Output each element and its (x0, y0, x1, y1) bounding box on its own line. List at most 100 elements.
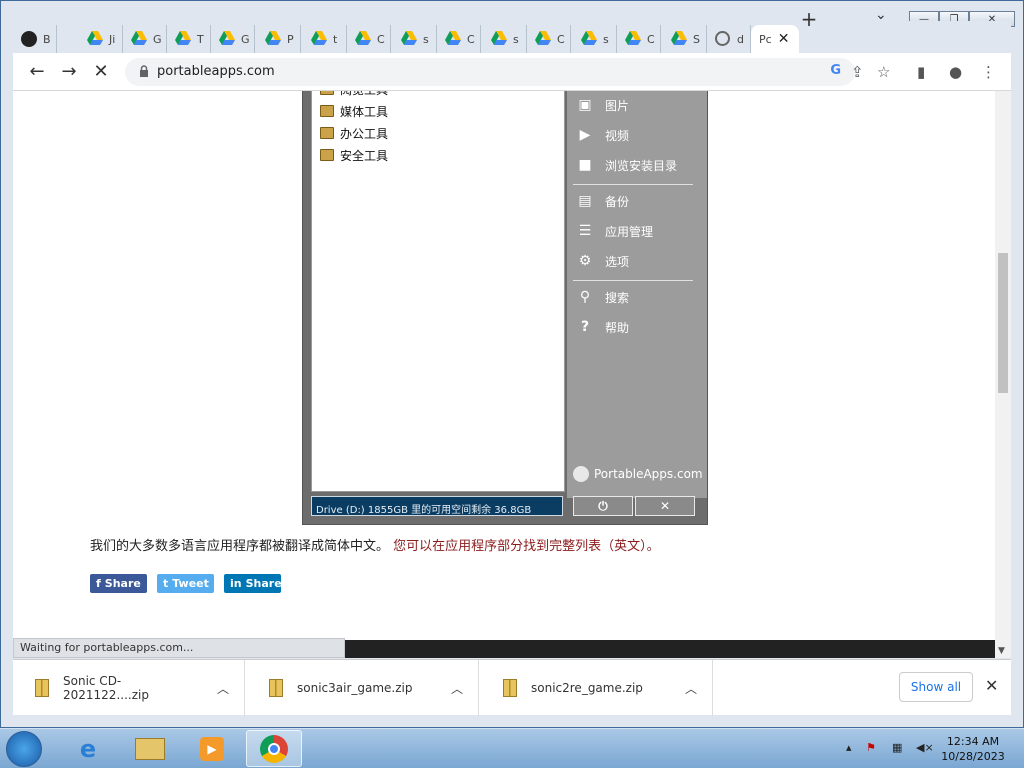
download-item[interactable]: sonic2re_game.zip ︿ (481, 660, 713, 716)
google-drive-icon (445, 31, 461, 47)
side-panel-icon[interactable]: ▮ (917, 63, 925, 81)
google-drive-icon (87, 31, 103, 47)
stop-loading-button[interactable]: ✕ (89, 61, 113, 82)
back-button[interactable]: ← (25, 61, 49, 82)
folder-icon (320, 91, 334, 95)
close-shelf-icon[interactable]: ✕ (985, 676, 998, 695)
tab-0[interactable]: B (13, 25, 57, 53)
pa-menu-item: ? 帮助 (575, 315, 629, 339)
tab-13[interactable]: C (617, 25, 661, 53)
chevron-up-icon[interactable]: ︿ (217, 680, 229, 697)
tab-2[interactable]: G (123, 25, 167, 53)
tab-14[interactable]: S (663, 25, 707, 53)
briefcase-icon: ▤ (578, 193, 592, 209)
tab-label: d (737, 32, 744, 46)
tab-4[interactable]: G (211, 25, 255, 53)
start-button[interactable] (6, 731, 42, 767)
show-all-button[interactable]: Show all (899, 672, 973, 702)
google-drive-icon (355, 31, 371, 47)
media-player-icon[interactable]: ▶ (184, 730, 240, 767)
action-center-icon[interactable]: ⚑ (866, 741, 876, 754)
pa-brand: PortableApps.com (573, 466, 703, 482)
google-drive-icon (625, 31, 641, 47)
address-bar[interactable]: portableapps.com G (125, 58, 855, 86)
share-label: Tweet (172, 577, 209, 590)
tab-1[interactable]: Ji (79, 25, 123, 53)
tab-15[interactable]: d (707, 25, 751, 53)
pa-menu-label: 浏览安装目录 (605, 158, 678, 173)
scroll-thumb[interactable] (998, 253, 1008, 393)
loading-status: Waiting for portableapps.com... (13, 638, 345, 658)
new-tab-button[interactable]: + (797, 7, 821, 31)
share-button-0[interactable]: f Share (90, 574, 147, 593)
search-icon: ⚲ (579, 289, 591, 305)
clock[interactable]: 12:34 AM 10/28/2023 (940, 734, 1006, 764)
tab-label: s (423, 32, 429, 46)
download-item[interactable]: sonic3air_game.zip ︿ (247, 660, 479, 716)
tab-label: t (333, 32, 338, 46)
chevron-up-icon[interactable]: ︿ (685, 680, 697, 697)
pa-menu-label: 选项 (605, 254, 630, 269)
app-list-link[interactable]: 您可以在应用程序部分找到完整列表（英文）。 (393, 539, 660, 554)
tab-9[interactable]: C (437, 25, 481, 53)
share-button-2[interactable]: in Share (224, 574, 282, 593)
menu-kebab-icon[interactable]: ⋮ (981, 63, 996, 81)
chevron-up-icon[interactable]: ︿ (451, 680, 463, 697)
pa-menu-item: ■ 浏览安装目录 (575, 153, 677, 177)
vertical-scrollbar[interactable]: ▼ (995, 91, 1011, 658)
download-filename: sonic2re_game.zip (531, 681, 643, 695)
google-drive-icon (265, 31, 281, 47)
google-lens-icon[interactable]: G (830, 63, 841, 78)
close-tab-icon[interactable]: ✕ (778, 31, 790, 47)
pa-separator (573, 280, 693, 281)
app-category-label: 办公工具 (340, 126, 389, 141)
pa-menu-label: 备份 (605, 194, 630, 209)
twitter-icon: t (163, 577, 169, 590)
tab-label: T (197, 32, 204, 46)
forward-button[interactable]: → (57, 61, 81, 82)
app-category-label: 阅览工具 (340, 91, 388, 98)
facebook-icon: f (96, 577, 101, 590)
tab-6[interactable]: t (303, 25, 347, 53)
page-content: 阅览工具媒体工具办公工具安全工具 ▣ 图片 ▶ 视频 ■ 浏览安装目录 ▤ 备份 ☰ 应用管理 ⚙ 选… (13, 91, 995, 658)
network-icon[interactable]: ▦ (892, 741, 902, 754)
download-item[interactable]: Sonic CD-2021122....zip ︿ (13, 660, 245, 716)
tab-3[interactable]: T (167, 25, 211, 53)
app-category-label: 安全工具 (340, 148, 389, 163)
tab-label: s (513, 32, 519, 46)
scroll-down-arrow-icon[interactable]: ▼ (998, 646, 1005, 656)
power-icon: ⏻ (573, 496, 633, 516)
pa-menu-item: ▣ 图片 (575, 93, 629, 117)
volume-icon[interactable]: ◀× (916, 741, 934, 754)
clock-date: 10/28/2023 (941, 750, 1005, 763)
tab-label: S (693, 32, 700, 46)
tab-10[interactable]: s (483, 25, 527, 53)
tab-12[interactable]: s (573, 25, 617, 53)
share-icon[interactable]: ⇪ (851, 63, 864, 81)
tab-5[interactable]: P (257, 25, 301, 53)
pa-separator (573, 184, 693, 185)
show-hidden-icons-icon[interactable]: ▴ (846, 741, 852, 754)
share-button-1[interactable]: t Tweet (157, 574, 214, 593)
bookmark-star-icon[interactable]: ☆ (877, 63, 890, 81)
folder-icon (320, 149, 334, 161)
tab-label: s (603, 32, 609, 46)
pa-menu-label: 视频 (605, 128, 630, 143)
tab-8[interactable]: s (393, 25, 437, 53)
pa-menu-item: ⚲ 搜索 (575, 285, 629, 309)
file-explorer-icon[interactable] (122, 730, 178, 767)
tab-11[interactable]: C (527, 25, 571, 53)
help-icon: ? (580, 319, 590, 335)
tab-16[interactable]: Pc ✕ (751, 25, 799, 53)
gear-icon: ⚙ (578, 253, 592, 269)
chrome-icon[interactable] (246, 730, 302, 767)
tab-7[interactable]: C (347, 25, 391, 53)
pa-menu-item: ▶ 视频 (575, 123, 629, 147)
internet-explorer-icon[interactable]: e (60, 730, 116, 767)
download-shelf: Sonic CD-2021122....zip ︿ sonic3air_game.z… (13, 659, 1011, 716)
google-drive-icon (175, 31, 191, 47)
profile-icon[interactable]: ● (949, 63, 962, 81)
tab-search-chevron-icon[interactable]: ⌄ (875, 7, 887, 23)
video-icon: ▶ (579, 127, 591, 143)
drive-status: Drive (D:) 1855GB 里的可用空间剩余 36.8GB (311, 496, 563, 516)
